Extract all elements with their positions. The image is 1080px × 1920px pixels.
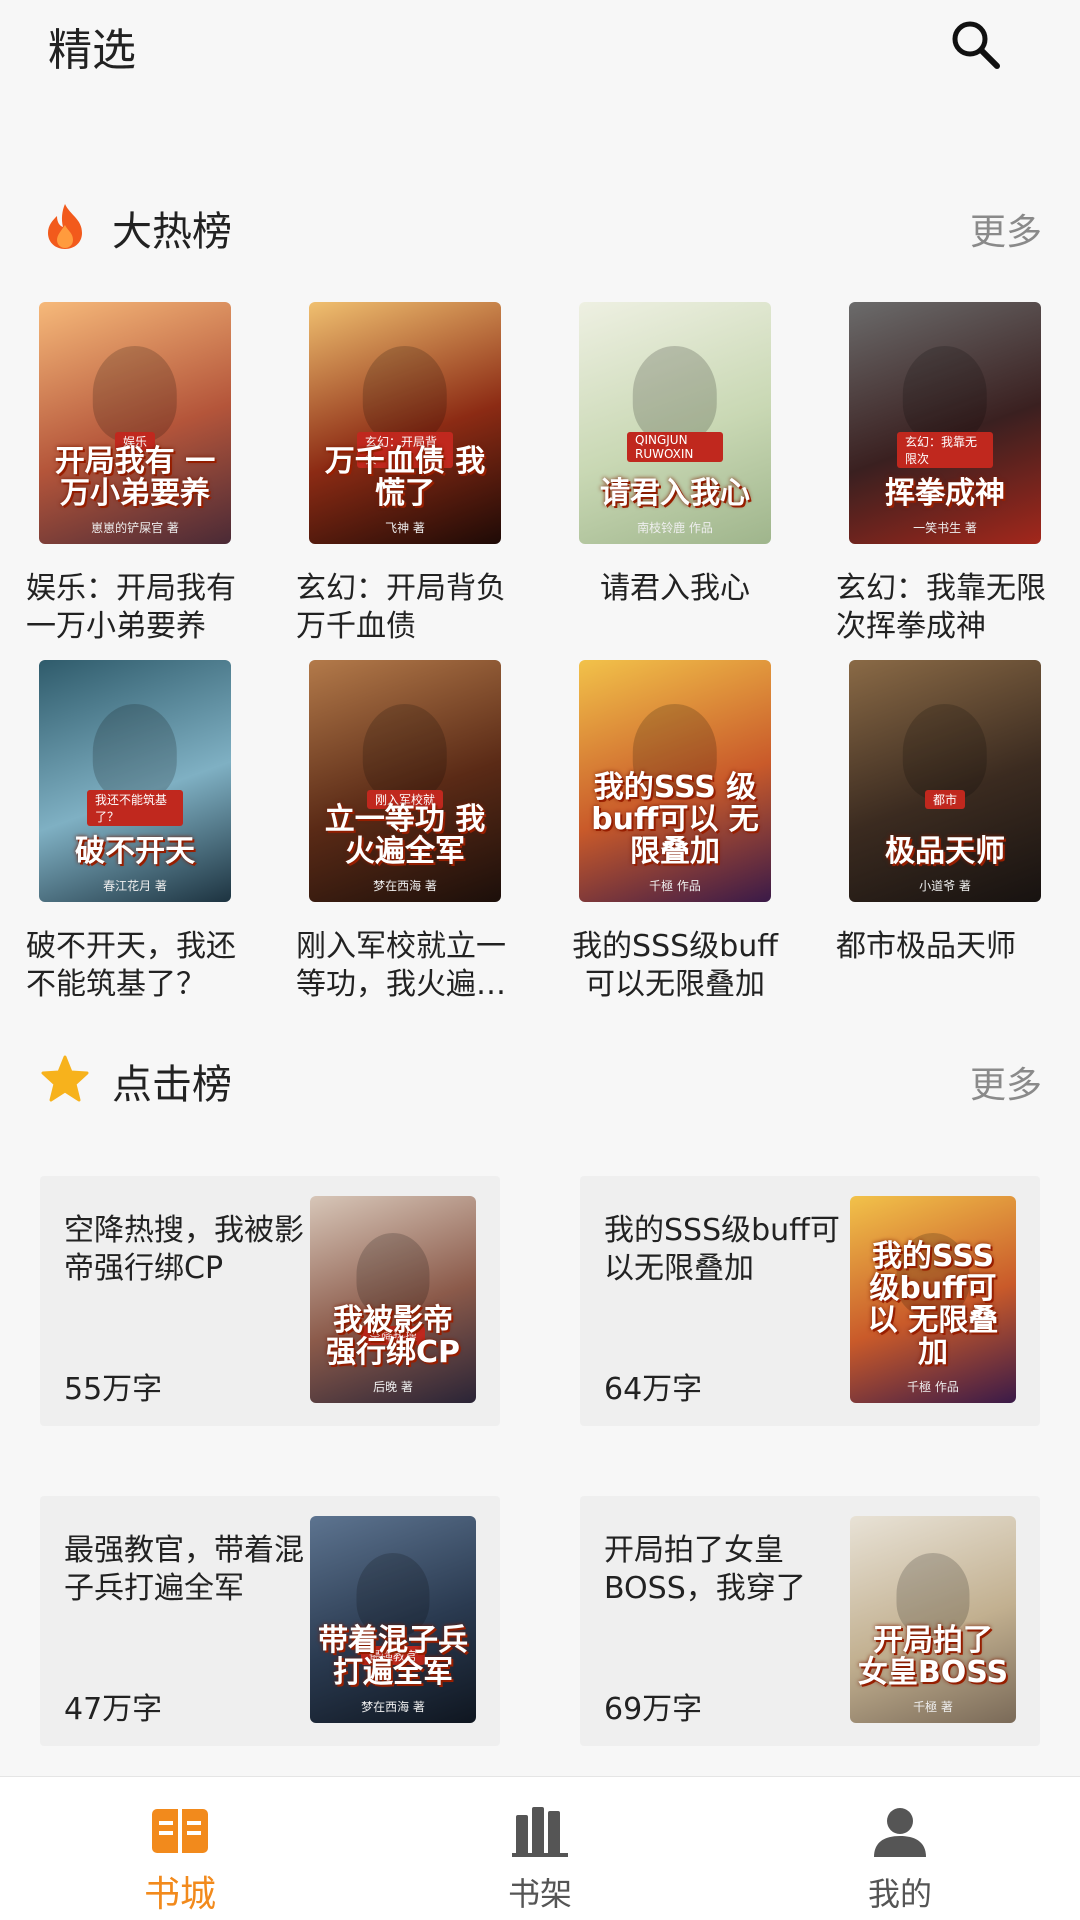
word-count: 55万字 <box>64 1372 163 1407</box>
book-cover[interactable]: 都市极品天师小道爷 著 <box>849 660 1041 902</box>
cover-author: 千極 著 <box>913 1700 953 1714</box>
book-cover[interactable]: 玄幻：开局背负 万千血债 我慌了 飞神 著 <box>309 302 501 544</box>
click-book-card[interactable]: 我的SSS级buff可以无限叠加 64万字 我的SSS 级buff可以 无限叠加千極… <box>580 1176 1040 1426</box>
hot-book-item[interactable]: 我的SSS 级buff可以 无限叠加千極 作品我的SSS级buff可以无限叠加 <box>540 660 810 1018</box>
cover-author: 梦在西海 著 <box>373 879 437 893</box>
book-title: 空降热搜，我被影帝强行绑CP <box>64 1213 304 1286</box>
cover-author: 南枝铃鹿 作品 <box>637 521 713 535</box>
cover-author: 千極 作品 <box>649 879 701 893</box>
user-icon <box>874 1808 926 1857</box>
bookshelf-icon <box>512 1807 568 1857</box>
bottom-nav: 书城 书架 我的 <box>0 1776 1080 1920</box>
book-cover[interactable]: 空降热搜 我被影帝 强行绑CP 后晚 著 <box>310 1196 476 1403</box>
book-cover[interactable]: 我的SSS 级buff可以 无限叠加千極 作品 <box>579 660 771 902</box>
book-cover[interactable]: 玄幻：我靠无限次 挥拳成神一笑书生 著 <box>849 302 1041 544</box>
book-cover[interactable]: 我的SSS 级buff可以 无限叠加千極 作品 <box>850 1196 1016 1403</box>
book-title: 玄幻：我靠无限次挥拳成神 <box>836 571 1046 644</box>
hot-book-item[interactable]: 玄幻：开局背负 万千血债 我慌了 飞神 著玄幻：开局背负万千血债 <box>270 302 540 660</box>
book-title: 玄幻：开局背负万千血债 <box>296 571 506 644</box>
hot-book-item[interactable]: 我还不能筑基了？ 破不开天春江花月 著破不开天，我还不能筑基了？ <box>0 660 270 1018</box>
book-title: 刚入军校就立一等功，我火遍全军 <box>296 929 506 1002</box>
nav-label-mine: 我的 <box>867 1875 932 1913</box>
hot-section-title: 大热榜 <box>112 209 232 255</box>
hot-book-item[interactable]: 刚入军校就立一等功 我火遍全军梦在西海 著刚入军校就立一等功，我火遍全军 <box>270 660 540 1018</box>
page-title: 精选 <box>48 25 136 76</box>
click-more-link[interactable]: 更多 <box>970 1056 1042 1108</box>
nav-item-bookstore[interactable]: 书城 <box>0 1777 360 1920</box>
word-count: 64万字 <box>604 1372 703 1407</box>
cover-tag: 都市 <box>924 790 966 809</box>
search-icon <box>952 21 1000 69</box>
word-count: 47万字 <box>64 1692 163 1727</box>
cover-title: 开局拍了 女皇BOSS <box>857 1623 1009 1690</box>
book-cover[interactable]: 最强教官 带着混子兵 打遍全军 梦在西海 著 <box>310 1516 476 1723</box>
hot-book-item[interactable]: 玄幻：我靠无限次 挥拳成神 一笑书生 著玄幻：我靠无限次挥拳成神 <box>810 302 1080 660</box>
cover-title: 破不开天 <box>75 834 195 869</box>
book-title: 都市极品天师 <box>836 929 1016 964</box>
hot-book-item[interactable]: 娱乐 开局我有 一万小弟要养 崽崽的铲屎官 著娱乐：开局我有一万小弟要养 <box>0 302 270 660</box>
cover-author: 春江花月 著 <box>103 879 167 893</box>
cover-title: 带着混子兵 打遍全军 <box>318 1623 468 1690</box>
cover-author: 后晚 著 <box>373 1380 413 1394</box>
click-book-card[interactable]: 空降热搜，我被影帝强行绑CP 55万字 空降热搜 我被影帝 强行绑CP 后晚 著 <box>40 1176 500 1426</box>
cover-title: 我的SSS 级buff可以 无限叠加 <box>591 770 759 869</box>
hot-more-link[interactable]: 更多 <box>970 203 1042 255</box>
book-title: 最强教官，带着混子兵打遍全军 <box>64 1533 304 1606</box>
hot-book-item[interactable]: QINGJUN RUWOXIN 请君入我心 南枝铃鹿 作品 请君入我心 <box>540 302 810 660</box>
hot-book-item[interactable]: 都市 极品天师 小道爷 著都市极品天师 <box>810 660 1080 1018</box>
cover-author: 崽崽的铲屎官 著 <box>91 521 179 535</box>
click-book-card[interactable]: 开局拍了女皇BOSS，我穿了 69万字 开局拍了 女皇BOSS 千極 著 <box>580 1496 1040 1746</box>
cover-title: 开局我有 一万小弟要养 <box>54 444 216 511</box>
book-cover[interactable]: 刚入军校就 立一等功 我火遍全军 梦在西海 著 <box>309 660 501 902</box>
book-title: 请君入我心 <box>600 571 750 606</box>
cover-title: 万千血债 我慌了 <box>324 444 486 511</box>
nav-label-bookstore: 书城 <box>143 1874 216 1915</box>
cover-author: 飞神 著 <box>385 521 425 535</box>
click-section-header: 点击榜 更多 <box>0 1048 1080 1108</box>
book-title: 娱乐：开局我有一万小弟要养 <box>26 571 236 644</box>
cover-author: 千極 作品 <box>907 1380 959 1394</box>
top-bar: 精选 <box>0 0 1080 100</box>
book-cover[interactable]: QINGJUN RUWOXIN 请君入我心南枝铃鹿 作品 <box>579 302 771 544</box>
cover-author: 小道爷 著 <box>919 879 971 893</box>
cover-tag: 我还不能筑基了？ <box>87 790 183 826</box>
cover-author: 梦在西海 著 <box>361 1700 425 1714</box>
hot-section-header: 大热榜 更多 <box>0 195 1080 255</box>
cover-title: 极品天师 <box>885 834 1005 869</box>
book-title: 我的SSS级buff可以无限叠加 <box>572 929 778 1002</box>
cover-author: 一笑书生 著 <box>913 521 977 535</box>
search-button[interactable] <box>945 14 1005 74</box>
cover-title: 我被影帝 强行绑CP <box>325 1303 460 1370</box>
book-cover[interactable]: 开局拍了 女皇BOSS 千極 著 <box>850 1516 1016 1723</box>
nav-item-mine[interactable]: 我的 <box>720 1777 1080 1920</box>
cover-tag: QINGJUN RUWOXIN <box>627 432 723 462</box>
flame-icon <box>48 204 82 249</box>
book-title: 破不开天，我还不能筑基了？ <box>26 929 236 1002</box>
open-book-icon <box>152 1809 208 1853</box>
book-title: 我的SSS级buff可以无限叠加 <box>604 1213 840 1286</box>
nav-item-bookshelf[interactable]: 书架 <box>360 1777 720 1920</box>
cover-title: 请君入我心 <box>600 476 750 511</box>
cover-title: 挥拳成神 <box>885 476 1005 511</box>
cover-title: 立一等功 我火遍全军 <box>324 802 486 869</box>
book-cover[interactable]: 娱乐 开局我有 一万小弟要养 崽崽的铲屎官 著 <box>39 302 231 544</box>
nav-label-bookshelf: 书架 <box>507 1875 572 1913</box>
click-section-title: 点击榜 <box>112 1062 232 1108</box>
book-cover[interactable]: 我还不能筑基了？ 破不开天春江花月 著 <box>39 660 231 902</box>
cover-title: 我的SSS 级buff可以 无限叠加 <box>867 1239 999 1370</box>
star-icon <box>41 1055 89 1102</box>
cover-tag: 玄幻：我靠无限次 <box>897 432 993 468</box>
click-book-card[interactable]: 最强教官，带着混子兵打遍全军 47万字 最强教官 带着混子兵 打遍全军 梦在西海 著 <box>40 1496 500 1746</box>
word-count: 69万字 <box>604 1692 703 1727</box>
book-title: 开局拍了女皇BOSS，我穿了 <box>604 1533 806 1606</box>
